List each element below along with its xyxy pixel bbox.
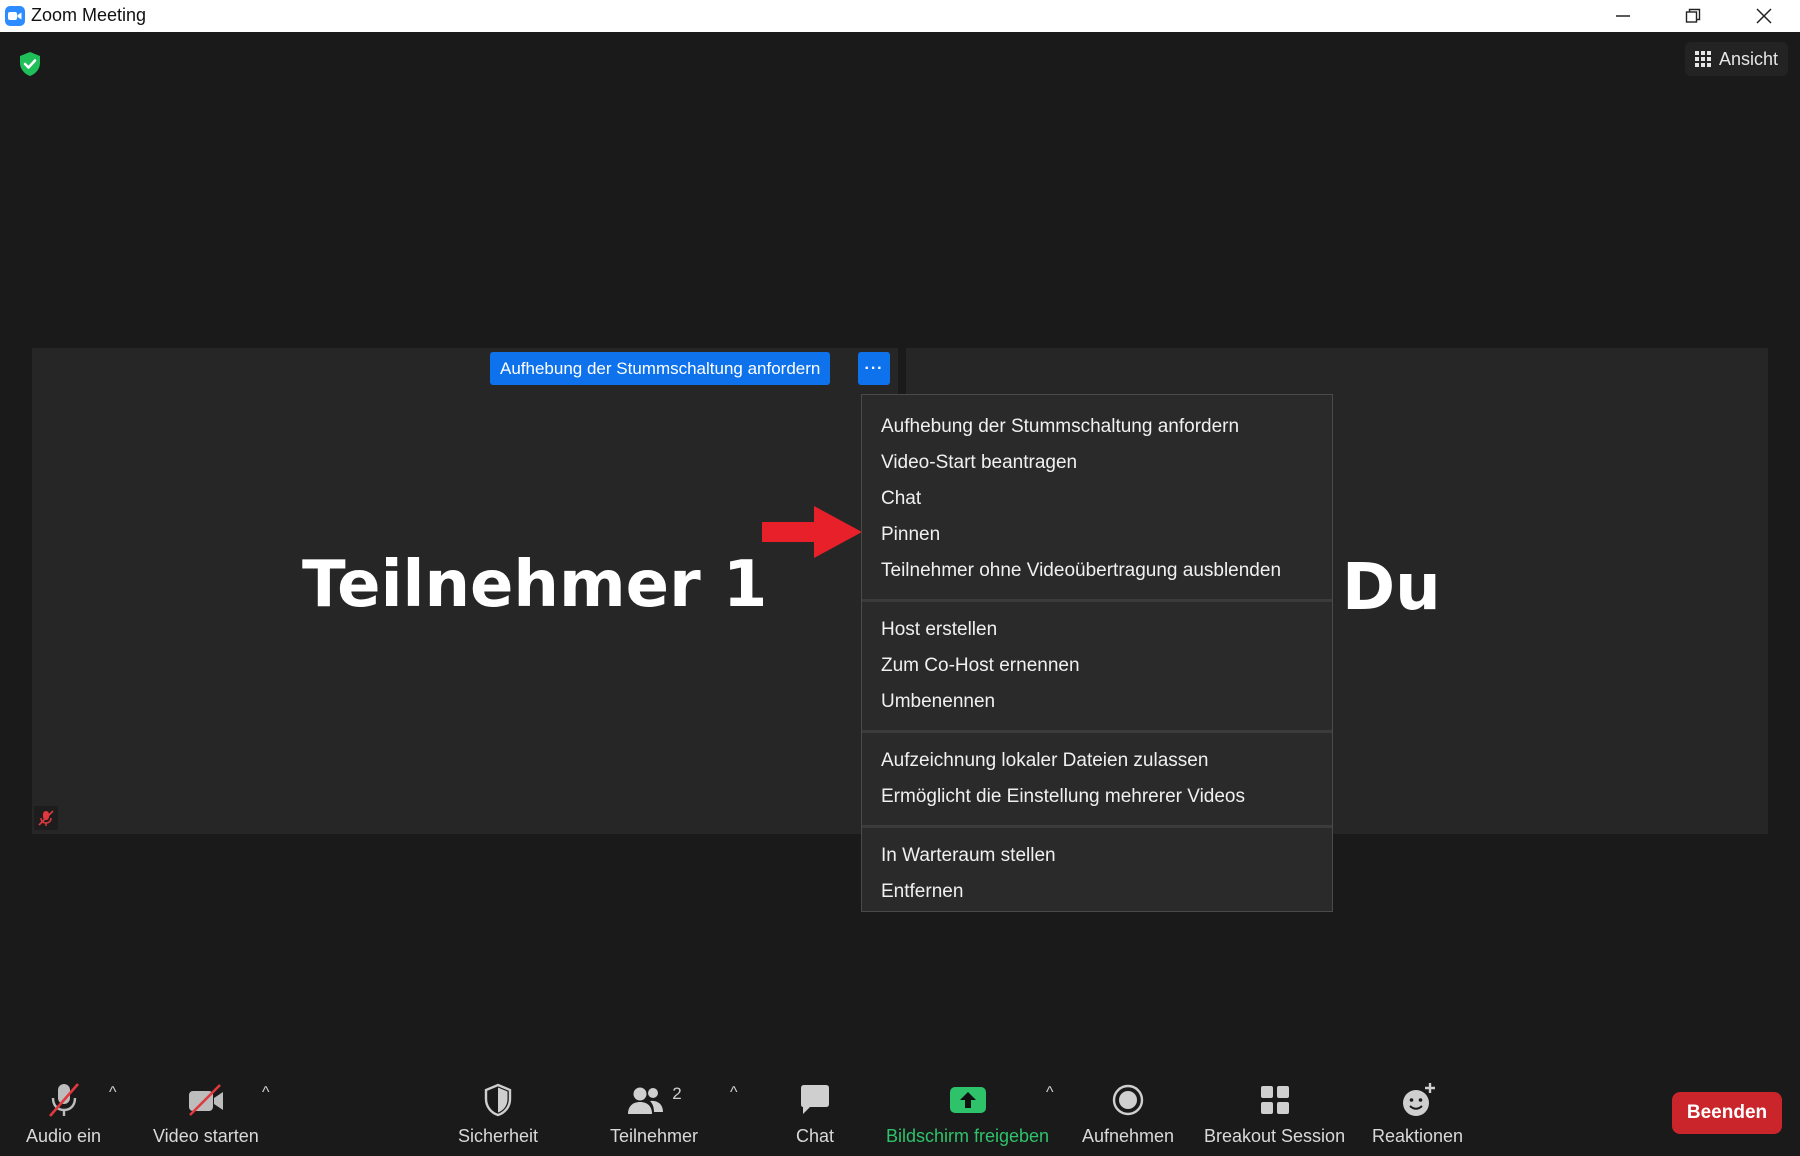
window-title: Zoom Meeting — [31, 5, 147, 25]
participants-label: Teilnehmer — [610, 1126, 699, 1146]
menu-item-rename[interactable]: Umbenennen — [862, 684, 1332, 720]
muted-mic-icon — [46, 1080, 82, 1120]
encryption-shield-icon[interactable] — [16, 50, 44, 78]
share-screen-icon — [948, 1080, 988, 1120]
menu-item-hide-non-video[interactable]: Teilnehmer ohne Videoübertragung ausblen… — [862, 553, 1332, 589]
close-button[interactable] — [1734, 0, 1794, 32]
chat-button[interactable]: Chat — [796, 1080, 834, 1147]
menu-divider — [862, 599, 1332, 602]
view-label: Ansicht — [1718, 48, 1778, 69]
meeting-toolbar: Audio ein ^ Video starten ^ Sicherheit 2… — [0, 1068, 1800, 1156]
share-screen-label: Bildschirm freigeben — [886, 1126, 1050, 1146]
participants-count: 2 — [672, 1084, 682, 1103]
grid-icon — [1694, 51, 1711, 67]
security-label: Sicherheit — [458, 1126, 539, 1146]
audio-options-caret[interactable]: ^ — [109, 1084, 117, 1102]
reactions-label: Reaktionen — [1372, 1126, 1464, 1146]
chat-label: Chat — [796, 1126, 835, 1146]
reactions-button[interactable]: Reaktionen — [1372, 1080, 1463, 1147]
record-label: Aufnehmen — [1082, 1126, 1175, 1146]
participant-name: Teilnehmer 1 — [302, 548, 768, 622]
menu-divider — [862, 825, 1332, 828]
menu-item-remove[interactable]: Entfernen — [862, 874, 1332, 910]
menu-item-request-unmute[interactable]: Aufhebung der Stummschaltung anfordern — [862, 409, 1332, 445]
menu-item-allow-multi-video[interactable]: Ermöglicht die Einstellung mehrerer Vide… — [862, 779, 1332, 815]
menu-divider — [862, 730, 1332, 733]
breakout-grid-icon — [1257, 1080, 1293, 1120]
video-options-caret[interactable]: ^ — [262, 1084, 270, 1102]
menu-item-make-cohost[interactable]: Zum Co-Host ernennen — [862, 648, 1332, 684]
menu-group-1: Aufhebung der Stummschaltung anfordern V… — [862, 405, 1332, 593]
shield-icon — [482, 1080, 514, 1120]
breakout-session-label: Breakout Session — [1204, 1126, 1346, 1146]
close-icon — [1756, 8, 1772, 24]
title-bar: Zoom Meeting — [0, 0, 1800, 32]
menu-group-4: In Warteraum stellen Entfernen — [862, 834, 1332, 914]
self-name: Du — [1342, 551, 1441, 625]
menu-item-request-video[interactable]: Video-Start beantragen — [862, 445, 1332, 481]
record-button[interactable]: Aufnehmen — [1082, 1080, 1174, 1147]
participants-icon: 2 — [626, 1080, 682, 1120]
menu-item-allow-local-recording[interactable]: Aufzeichnung lokaler Dateien zulassen — [862, 743, 1332, 779]
request-unmute-button[interactable]: Aufhebung der Stummschaltung anfordern — [490, 352, 831, 385]
zoom-app-icon — [5, 6, 25, 26]
security-button[interactable]: Sicherheit — [458, 1080, 538, 1147]
share-options-caret[interactable]: ^ — [1046, 1084, 1054, 1102]
restore-icon — [1685, 8, 1701, 23]
more-options-button[interactable]: ··· — [858, 352, 890, 385]
muted-mic-icon — [34, 806, 58, 830]
restore-button[interactable] — [1663, 0, 1723, 32]
video-off-icon — [186, 1080, 226, 1120]
menu-item-waiting-room[interactable]: In Warteraum stellen — [862, 838, 1332, 874]
menu-item-make-host[interactable]: Host erstellen — [862, 612, 1332, 648]
menu-group-2: Host erstellen Zum Co-Host ernennen Umbe… — [862, 608, 1332, 724]
record-icon — [1110, 1080, 1146, 1120]
menu-item-chat[interactable]: Chat — [862, 481, 1332, 517]
video-button[interactable]: Video starten — [153, 1080, 259, 1147]
end-meeting-button[interactable]: Beenden — [1672, 1092, 1782, 1134]
chat-bubble-icon — [797, 1080, 833, 1120]
share-screen-button[interactable]: Bildschirm freigeben — [886, 1080, 1049, 1147]
participants-options-caret[interactable]: ^ — [730, 1084, 738, 1102]
audio-label: Audio ein — [26, 1126, 102, 1146]
participants-button[interactable]: 2 Teilnehmer — [610, 1080, 698, 1147]
menu-item-pin[interactable]: Pinnen — [862, 517, 1332, 553]
video-label: Video starten — [153, 1126, 259, 1146]
minimize-icon — [1616, 15, 1630, 17]
breakout-session-button[interactable]: Breakout Session — [1204, 1080, 1345, 1147]
participant-tile-1[interactable]: Teilnehmer 1 — [32, 348, 898, 834]
red-arrow-icon — [762, 506, 862, 558]
smiley-plus-icon — [1398, 1080, 1438, 1120]
menu-group-3: Aufzeichnung lokaler Dateien zulassen Er… — [862, 739, 1332, 819]
audio-button[interactable]: Audio ein — [26, 1080, 101, 1147]
participant-context-menu: Aufhebung der Stummschaltung anfordern V… — [861, 394, 1333, 912]
view-button[interactable]: Ansicht — [1684, 42, 1788, 76]
minimize-button[interactable] — [1593, 0, 1653, 32]
